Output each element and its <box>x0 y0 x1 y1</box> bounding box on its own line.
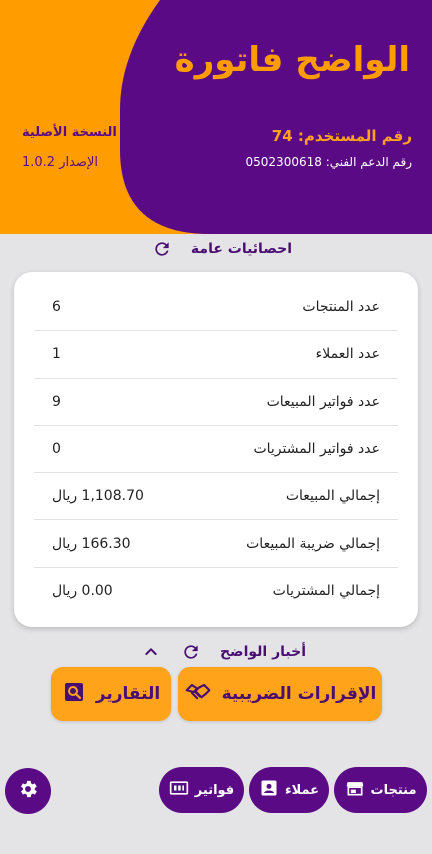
stat-value: 6 <box>52 299 61 316</box>
stat-row-products: عدد المنتجات 6 <box>34 284 398 332</box>
stat-label: إجمالي ضريبة المبيعات <box>246 535 380 552</box>
handshake-icon <box>184 678 212 710</box>
receipt-icon <box>169 778 189 802</box>
stats-card: عدد المنتجات 6 عدد العملاء 1 عدد فواتير … <box>14 272 418 627</box>
stat-label: إجمالي المبيعات <box>285 488 380 505</box>
stats-title: احصائيات عامة <box>190 241 292 257</box>
reports-label: التقارير <box>95 684 161 704</box>
edition-label: النسخة الأصلية <box>22 125 117 140</box>
header-background <box>0 0 432 234</box>
stat-label: عدد العملاء <box>315 346 380 363</box>
stat-row-total-sales: إجمالي المبيعات 1,108.70 ريال <box>34 473 398 521</box>
contact-card-icon <box>259 778 279 802</box>
chevron-up-icon[interactable] <box>140 641 162 663</box>
report-search-icon <box>62 680 86 708</box>
user-number: رقم المستخدم: 74 <box>271 127 412 145</box>
settings-button[interactable] <box>5 768 51 814</box>
news-header: أخبار الواضح <box>140 641 306 663</box>
invoices-button[interactable]: فواتير <box>159 767 244 813</box>
stats-header: احصائيات عامة <box>151 238 292 260</box>
stat-value: 1,108.70 ريال <box>52 488 144 505</box>
app-title: الواضح فاتورة <box>174 40 410 80</box>
stat-value: 1 <box>52 346 61 363</box>
support-number: رقم الدعم الفني: 0502300618 <box>245 155 412 169</box>
news-refresh-icon[interactable] <box>180 641 202 663</box>
stat-row-sales-invoices: عدد فواتير المبيعات 9 <box>34 379 398 426</box>
stat-value: 166.30 ريال <box>52 535 131 552</box>
tax-returns-button[interactable]: الإقرارات الضريبية <box>178 667 382 721</box>
stat-label: إجمالي المشتريات <box>272 583 380 600</box>
stat-row-sales-tax: إجمالي ضريبة المبيعات 166.30 ريال <box>34 520 398 568</box>
stat-value: 0.00 ريال <box>52 583 113 600</box>
stat-row-purchase-invoices: عدد فواتير المشتريات 0 <box>34 426 398 474</box>
news-title: أخبار الواضح <box>219 644 306 660</box>
stat-label: عدد فواتير المبيعات <box>266 393 380 410</box>
stat-label: عدد المنتجات <box>302 299 380 316</box>
reports-button[interactable]: التقارير <box>51 667 171 721</box>
stat-row-customers: عدد العملاء 1 <box>34 331 398 379</box>
stat-value: 9 <box>52 393 61 410</box>
invoices-label: فواتير <box>194 782 235 798</box>
stat-label: عدد فواتير المشتريات <box>253 441 380 458</box>
stat-row-total-purchases: إجمالي المشتريات 0.00 ريال <box>34 568 398 615</box>
gear-icon <box>17 778 39 804</box>
store-icon <box>345 778 365 802</box>
version-label: الإصدار 1.0.2 <box>22 155 98 170</box>
stat-value: 0 <box>52 441 61 458</box>
customers-button[interactable]: عملاء <box>249 767 329 813</box>
tax-returns-label: الإقرارات الضريبية <box>221 684 377 704</box>
products-label: منتجات <box>370 782 417 798</box>
products-button[interactable]: منتجات <box>334 767 427 813</box>
app-header: الواضح فاتورة رقم المستخدم: 74 رقم الدعم… <box>0 0 432 234</box>
customers-label: عملاء <box>284 782 320 798</box>
stats-refresh-icon[interactable] <box>151 238 173 260</box>
